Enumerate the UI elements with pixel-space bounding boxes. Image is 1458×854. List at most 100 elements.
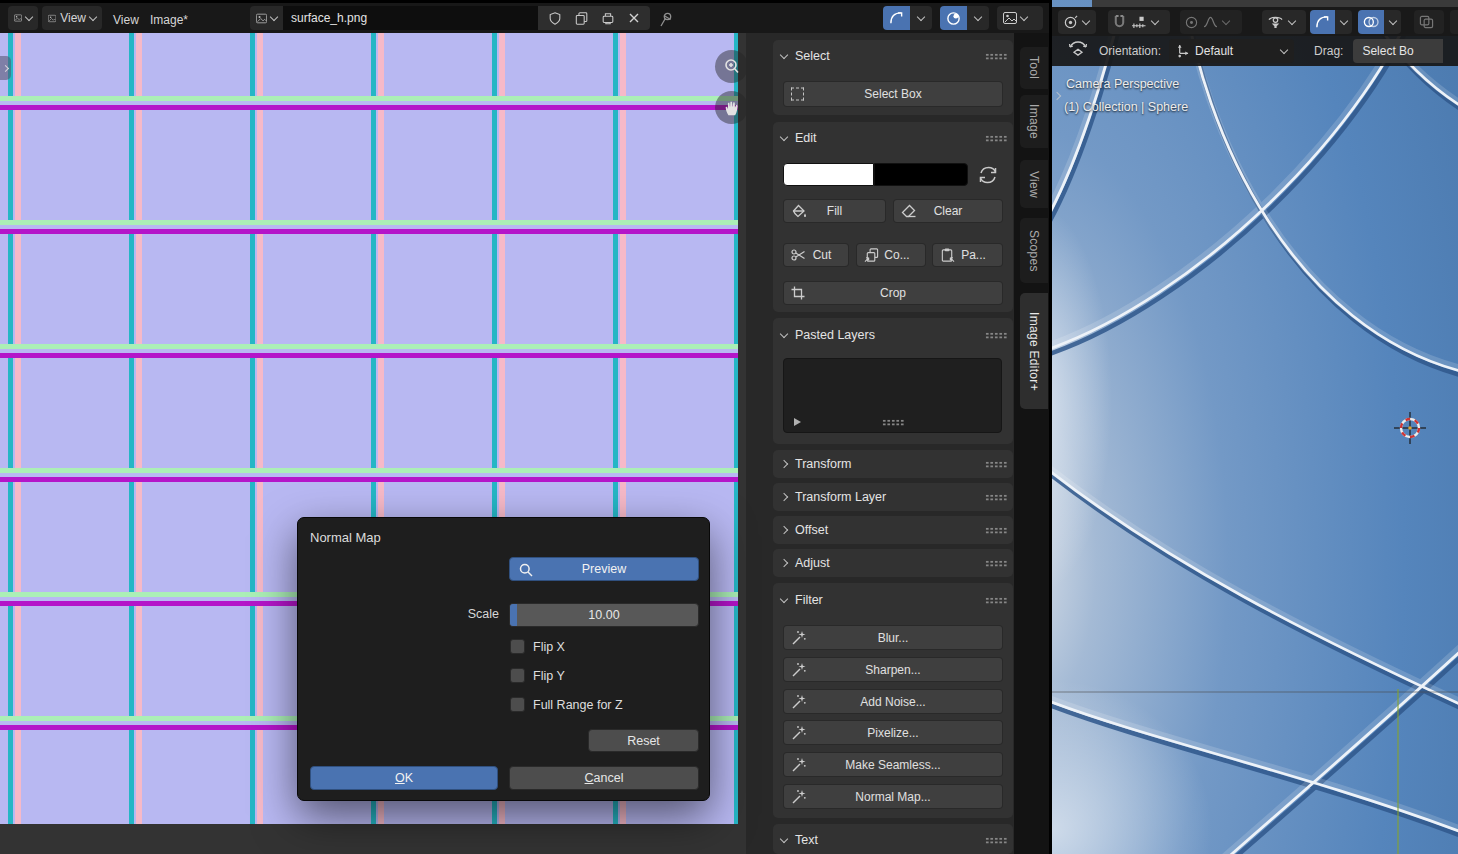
panel-grip[interactable]: [985, 527, 1007, 534]
list-grip[interactable]: [882, 419, 904, 426]
panel-grip[interactable]: [985, 837, 1007, 844]
background-color-swatch[interactable]: [874, 163, 968, 186]
chevron-down-icon: [1280, 45, 1288, 53]
view-name-overlay: Camera Perspective: [1066, 77, 1179, 91]
panel-pasted-layers-header[interactable]: Pasted Layers: [781, 323, 1007, 347]
crop-icon: [791, 286, 805, 300]
proportional-dropdown[interactable]: [910, 6, 932, 30]
panel-grip[interactable]: [985, 494, 1007, 501]
panel-grip[interactable]: [985, 461, 1007, 468]
proportional-falloff-icon: [889, 11, 904, 25]
swap-colors-icon[interactable]: [977, 165, 999, 185]
visibility-filter-dropdown[interactable]: [1262, 10, 1306, 34]
fill-button[interactable]: Fill: [783, 199, 886, 223]
panel-title: Transform: [795, 457, 977, 471]
sidebar-toggle-arrow[interactable]: [0, 56, 11, 80]
cut-button[interactable]: Cut: [783, 243, 849, 267]
new-image-icon[interactable]: [575, 11, 589, 26]
select-box-button[interactable]: Select Box: [783, 81, 1003, 107]
snapping-toggle[interactable]: [940, 6, 967, 30]
panel-grip[interactable]: [985, 135, 1007, 142]
copy-button[interactable]: Co...: [856, 243, 926, 267]
show-gizmo-toggle[interactable]: [1310, 10, 1335, 34]
image-browse-button[interactable]: [250, 6, 283, 30]
fill-icon: [791, 204, 807, 219]
gizmo-dropdown[interactable]: [1335, 10, 1352, 34]
pin-icon[interactable]: [658, 11, 674, 28]
active-object-overlay: (1) Collection | Sphere: [1064, 100, 1188, 114]
pixelize-button[interactable]: Pixelize...: [783, 720, 1003, 745]
snapping-dropdown[interactable]: [967, 6, 989, 30]
tab-scopes[interactable]: Scopes: [1020, 218, 1048, 283]
zoom-gizmo[interactable]: [715, 50, 748, 83]
close-icon[interactable]: [628, 12, 640, 24]
chevron-right-icon: [780, 493, 788, 501]
panel-grip[interactable]: [985, 332, 1007, 339]
crop-button[interactable]: Crop: [783, 281, 1003, 305]
pan-gizmo[interactable]: [715, 91, 748, 124]
magic-wand-icon: [791, 789, 807, 805]
paste-button[interactable]: Pa...: [932, 243, 1003, 267]
show-overlays-toggle[interactable]: [1358, 10, 1384, 34]
cancel-button[interactable]: Cancel: [509, 766, 699, 790]
foreground-color-swatch[interactable]: [783, 163, 874, 186]
scale-slider[interactable]: 10.00: [509, 603, 699, 627]
clear-button[interactable]: Clear: [893, 199, 1003, 223]
flip-y-checkbox[interactable]: [510, 668, 525, 683]
panel-filter-header[interactable]: Filter: [781, 588, 1007, 612]
image-name-field[interactable]: surface_h.png: [283, 6, 538, 30]
panel-grip[interactable]: [985, 53, 1007, 60]
viewport-header: [1052, 7, 1458, 36]
pack-image-icon[interactable]: [601, 11, 615, 26]
viewport-3d[interactable]: Orientation: Default Drag: Select Bo Cam…: [1052, 0, 1458, 854]
proportional-editing-group[interactable]: [1180, 10, 1242, 34]
snapping-group[interactable]: [1108, 10, 1170, 34]
blur-button[interactable]: Blur...: [783, 625, 1003, 650]
reset-button[interactable]: Reset: [588, 729, 699, 752]
panel-edit-header[interactable]: Edit: [781, 126, 1007, 150]
dialog-title: Normal Map: [310, 530, 381, 545]
add-noise-button[interactable]: Add Noise...: [783, 689, 1003, 714]
panel-grip[interactable]: [985, 560, 1007, 567]
flip-x-checkbox[interactable]: [510, 639, 525, 654]
full-range-checkbox[interactable]: [510, 697, 525, 712]
magnifier-plus-icon: [723, 58, 741, 76]
mode-dropdown[interactable]: View: [42, 6, 102, 30]
panel-select-header[interactable]: Select: [781, 44, 1007, 68]
gizmo-arc-icon: [1315, 15, 1330, 29]
proportional-editing-toggle[interactable]: [883, 6, 910, 30]
shading-toggle[interactable]: [1450, 10, 1458, 34]
overlays-dropdown[interactable]: [1384, 10, 1401, 34]
tab-image[interactable]: Image: [1020, 95, 1048, 148]
editor-type-button[interactable]: [8, 6, 38, 30]
sphere-render: [1052, 0, 1458, 854]
tab-view[interactable]: View: [1020, 160, 1048, 208]
proportional-center-icon: [1185, 16, 1198, 29]
viewport-top-strip: [1092, 0, 1458, 7]
drag-dropdown[interactable]: Select Bo: [1353, 39, 1443, 63]
tab-image-editor-plus[interactable]: Image Editor+: [1020, 293, 1048, 409]
make-seamless-button[interactable]: Make Seamless...: [783, 752, 1003, 777]
panel-grip[interactable]: [985, 597, 1007, 604]
orientation-dropdown[interactable]: Default: [1169, 39, 1294, 63]
ok-button[interactable]: OK: [310, 766, 498, 790]
eraser-icon: [901, 204, 917, 218]
normal-map-button[interactable]: Normal Map...: [783, 784, 1003, 809]
display-channels-dropdown[interactable]: [997, 6, 1043, 30]
view-mode-icon: [48, 13, 56, 24]
preview-button[interactable]: Preview: [509, 557, 699, 581]
panel-text-header[interactable]: Text: [781, 828, 1007, 852]
sharpen-button[interactable]: Sharpen...: [783, 657, 1003, 682]
expand-triangle-icon[interactable]: [794, 418, 801, 426]
menu-image[interactable]: Image*: [150, 13, 188, 27]
panel-transform-layer-header: Transform Layer: [781, 485, 1007, 509]
shield-icon[interactable]: [548, 11, 562, 26]
xray-toggle[interactable]: [1414, 10, 1444, 34]
pasted-layers-list[interactable]: [783, 358, 1002, 433]
mode-label: View: [60, 11, 86, 25]
flip-y-label: Flip Y: [533, 669, 565, 683]
menu-view[interactable]: View: [113, 13, 139, 27]
panel-title: Offset: [795, 523, 977, 537]
tab-tool[interactable]: Tool: [1020, 47, 1048, 89]
transform-gizmo-dropdown[interactable]: [1058, 10, 1096, 34]
